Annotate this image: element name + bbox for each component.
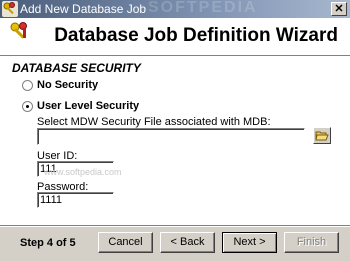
user-level-security-radio[interactable] [22,101,33,112]
section-title: DATABASE SECURITY [12,61,141,75]
watermark-url: www.softpedia.com [44,167,122,177]
wizard-header: Database Job Definition Wizard [0,18,350,55]
no-security-radio[interactable] [22,80,33,91]
step-indicator: Step 4 of 5 [20,237,76,249]
user-level-security-label[interactable]: User Level Security [37,100,139,112]
window-title: Add New Database Job [20,2,147,16]
security-panel: DATABASE SECURITY No Security User Level… [0,57,350,225]
close-icon: ✕ [334,3,344,15]
wizard-window: Add New Database Job SOFTPEDIA ✕ Databas… [0,0,350,261]
mdw-file-input[interactable] [37,128,305,145]
close-button[interactable]: ✕ [331,2,347,16]
password-input[interactable]: 1111 [37,192,114,208]
browse-button[interactable] [313,127,331,144]
watermark: SOFTPEDIA [148,0,258,16]
folder-open-icon [314,131,330,146]
title-bar[interactable]: Add New Database Job SOFTPEDIA ✕ [0,0,350,18]
finish-button[interactable]: Finish [284,232,339,253]
keys-icon [8,20,30,42]
next-button[interactable]: Next > [222,232,277,253]
keys-icon [2,1,18,17]
wizard-footer: Step 4 of 5 Cancel < Back Next > Finish [0,227,350,261]
no-security-label[interactable]: No Security [37,79,98,91]
mdw-file-label: Select MDW Security File associated with… [37,116,271,128]
wizard-title: Database Job Definition Wizard [54,25,338,46]
back-button[interactable]: < Back [160,232,215,253]
cancel-button[interactable]: Cancel [98,232,153,253]
